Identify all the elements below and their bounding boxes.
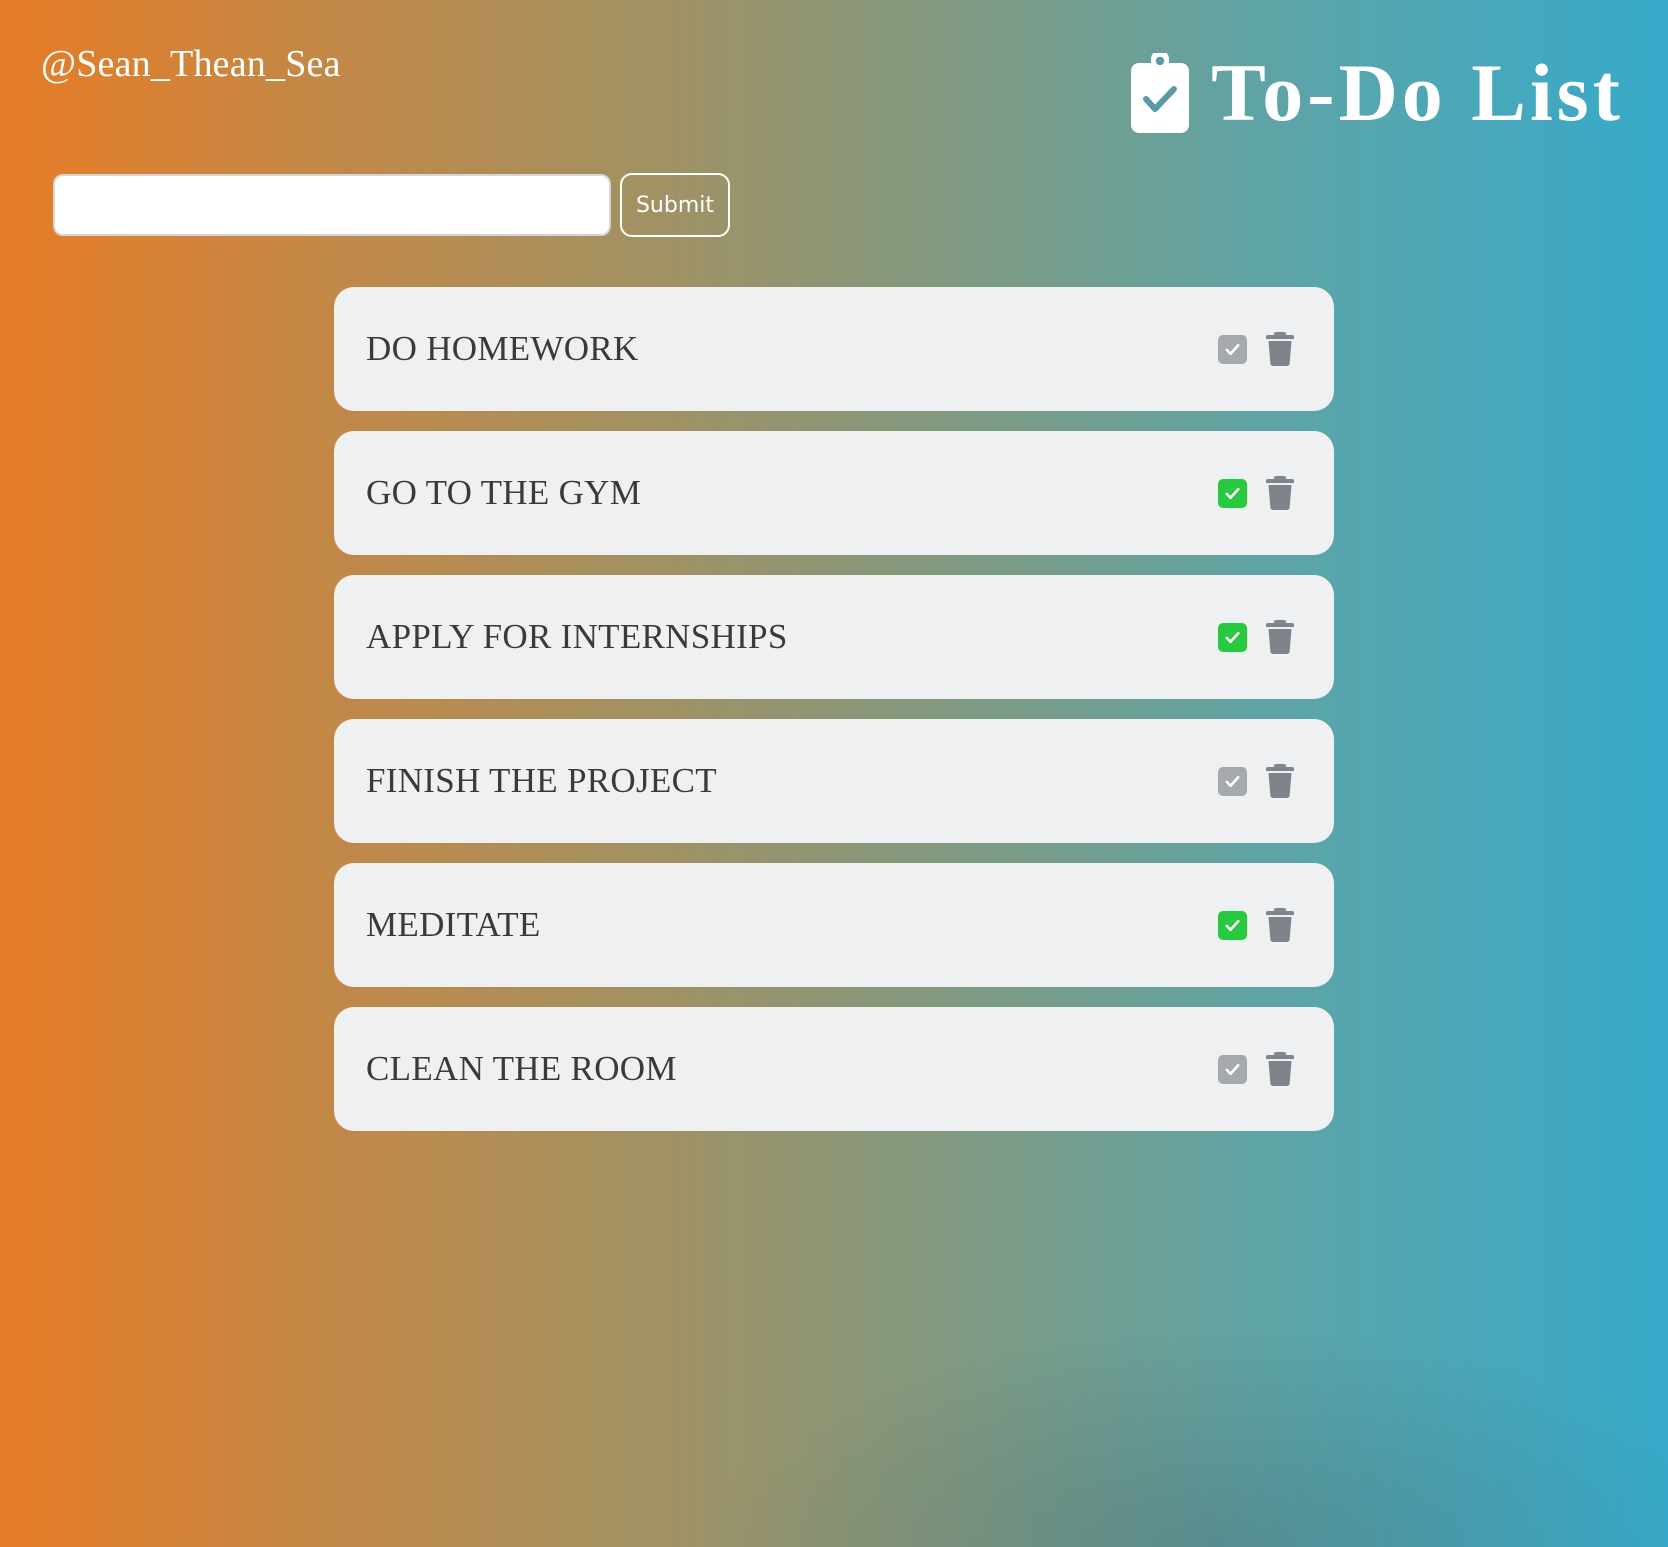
todo-actions [1218, 575, 1294, 699]
checkmark-icon [1225, 919, 1240, 931]
todo-text: CLEAN THE ROOM [366, 1049, 677, 1088]
check-square-icon[interactable] [1218, 334, 1247, 364]
todo-item: CLEAN THE ROOM [334, 1007, 1334, 1131]
todo-item: GO TO THE GYM [334, 431, 1334, 555]
author-handle: @Sean_Thean_Sea [41, 43, 341, 85]
todo-item: MEDITATE [334, 863, 1334, 987]
check-square-icon[interactable] [1218, 766, 1247, 796]
app-header: To-Do List [1131, 52, 1624, 134]
todo-form: Submit [53, 173, 730, 237]
todo-text: GO TO THE GYM [366, 473, 642, 512]
checkmark-icon [1225, 775, 1240, 787]
todo-item: APPLY FOR INTERNSHIPS [334, 575, 1334, 699]
submit-button[interactable]: Submit [620, 173, 730, 237]
checkmark-icon [1225, 631, 1240, 643]
check-square-icon[interactable] [1218, 1054, 1247, 1084]
trash-icon[interactable] [1266, 332, 1294, 366]
todo-input[interactable] [53, 174, 611, 236]
trash-icon[interactable] [1266, 764, 1294, 798]
check-square-icon[interactable] [1218, 478, 1247, 508]
todo-actions [1218, 1007, 1294, 1131]
todo-actions [1218, 719, 1294, 843]
checkmark-icon [1225, 343, 1240, 355]
todo-text: APPLY FOR INTERNSHIPS [366, 617, 788, 656]
clipboard-check-icon [1131, 53, 1190, 133]
checkmark-icon [1225, 1063, 1240, 1075]
trash-icon[interactable] [1266, 908, 1294, 942]
todo-item: FINISH THE PROJECT [334, 719, 1334, 843]
todo-text: MEDITATE [366, 905, 541, 944]
checkmark-icon [1225, 487, 1240, 499]
trash-icon[interactable] [1266, 620, 1294, 654]
todo-item: DO HOMEWORK [334, 287, 1334, 411]
page-title: To-Do List [1211, 47, 1624, 138]
todo-actions [1218, 287, 1294, 411]
todo-list: DO HOMEWORK GO TO THE GYM APPLY FOR INTE… [334, 287, 1334, 1151]
check-square-icon[interactable] [1218, 622, 1247, 652]
trash-icon[interactable] [1266, 1052, 1294, 1086]
check-square-icon[interactable] [1218, 910, 1247, 940]
todo-actions [1218, 431, 1294, 555]
todo-text: FINISH THE PROJECT [366, 761, 717, 800]
todo-text: DO HOMEWORK [366, 329, 639, 368]
trash-icon[interactable] [1266, 476, 1294, 510]
todo-actions [1218, 863, 1294, 987]
